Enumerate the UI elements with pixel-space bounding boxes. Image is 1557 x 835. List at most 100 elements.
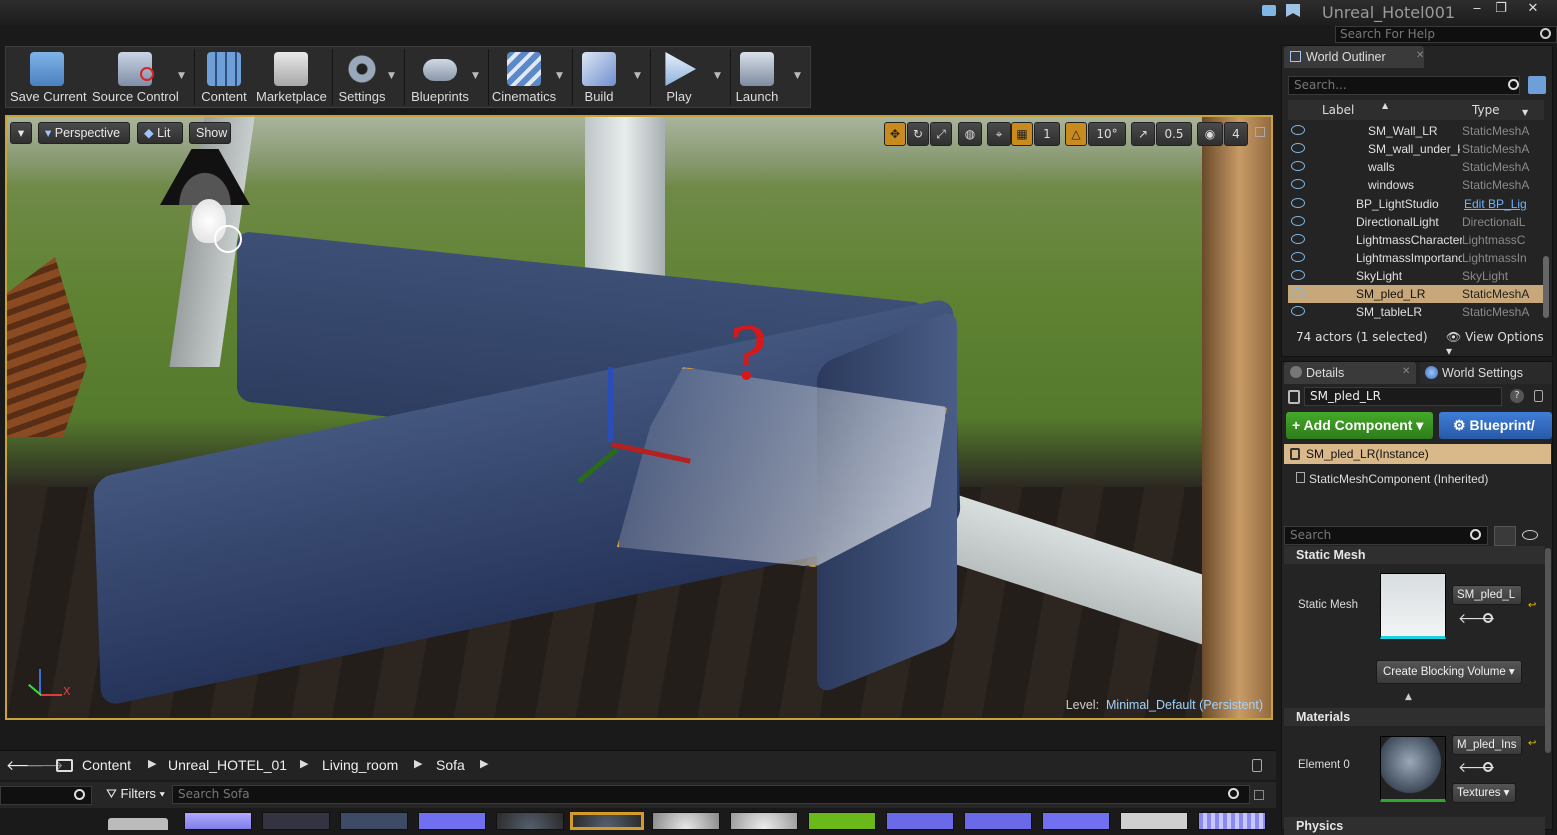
asset-thumbnail[interactable] bbox=[730, 812, 798, 830]
launch-button[interactable]: Launch bbox=[734, 47, 780, 107]
material-combo[interactable]: M_pled_Ins bbox=[1452, 735, 1522, 755]
column-type[interactable]: Type bbox=[1472, 103, 1500, 117]
surface-snap-icon[interactable]: ⌖ bbox=[987, 122, 1011, 146]
tab-world-settings[interactable]: World Settings bbox=[1420, 362, 1552, 384]
lock-icon[interactable] bbox=[1534, 390, 1543, 402]
property-matrix-icon[interactable] bbox=[1494, 526, 1516, 546]
lock-icon[interactable] bbox=[1252, 759, 1262, 772]
cinematics-dropdown[interactable]: ▼ bbox=[556, 71, 566, 81]
camera-speed-icon[interactable]: ◉ bbox=[1197, 122, 1223, 146]
material-thumbnail[interactable] bbox=[1380, 736, 1446, 802]
eye-icon[interactable] bbox=[1291, 125, 1305, 135]
camera-speed-value[interactable]: 4 bbox=[1224, 122, 1248, 146]
build-dropdown[interactable]: ▼ bbox=[634, 71, 644, 81]
grid-snap-value[interactable]: 1 bbox=[1034, 122, 1060, 146]
settings-dropdown[interactable]: ▼ bbox=[388, 71, 398, 81]
eye-icon[interactable] bbox=[1291, 198, 1305, 208]
asset-thumbnail[interactable] bbox=[1120, 812, 1188, 830]
rotation-snap-icon[interactable]: △ bbox=[1065, 122, 1087, 146]
section-physics[interactable]: Physics bbox=[1284, 817, 1545, 835]
scale-snap-icon[interactable]: ↗ bbox=[1131, 122, 1155, 146]
breadcrumb-content[interactable]: Content bbox=[82, 757, 131, 773]
eye-icon[interactable] bbox=[1291, 161, 1305, 171]
column-label[interactable]: Label bbox=[1322, 103, 1354, 117]
actor-name-input[interactable]: SM_pled_LR bbox=[1304, 387, 1502, 406]
section-materials[interactable]: Materials bbox=[1284, 708, 1545, 726]
lit-button[interactable]: ◆ Lit bbox=[137, 122, 183, 144]
breadcrumb-living-room[interactable]: Living_room bbox=[322, 757, 398, 773]
textures-combo[interactable]: Textures ▾ bbox=[1452, 783, 1516, 803]
settings-button[interactable]: Settings bbox=[336, 47, 388, 107]
world-local-icon[interactable]: ◍ bbox=[958, 122, 982, 146]
details-scrollbar[interactable] bbox=[1545, 548, 1551, 753]
browse-search-icon[interactable] bbox=[1483, 762, 1493, 772]
create-blocking-volume-button[interactable]: Create Blocking Volume ▾ bbox=[1376, 660, 1522, 684]
edit-blueprint-link[interactable]: Edit BP_Lig bbox=[1464, 195, 1527, 213]
outliner-row[interactable]: BP_LightStudio Edit BP_Lig bbox=[1288, 195, 1544, 213]
search-icon[interactable] bbox=[1470, 529, 1481, 540]
static-mesh-thumbnail[interactable] bbox=[1380, 573, 1446, 639]
maximize-viewport-icon[interactable] bbox=[1255, 127, 1265, 137]
play-dropdown[interactable]: ▼ bbox=[714, 71, 724, 81]
column-dropdown-icon[interactable]: ▼ bbox=[1522, 108, 1528, 117]
search-icon[interactable] bbox=[1228, 788, 1239, 799]
eye-icon[interactable] bbox=[1291, 179, 1305, 189]
build-button[interactable]: Build bbox=[578, 47, 620, 107]
eye-icon[interactable] bbox=[1291, 270, 1305, 280]
close-button[interactable]: ✕ bbox=[1522, 2, 1544, 18]
help-search-input[interactable]: Search For Help bbox=[1335, 26, 1557, 43]
asset-thumbnail[interactable] bbox=[886, 812, 954, 830]
eye-icon[interactable] bbox=[1291, 143, 1305, 153]
search-icon[interactable] bbox=[1508, 79, 1519, 90]
breadcrumb-unreal-hotel[interactable]: Unreal_HOTEL_01 bbox=[168, 757, 287, 773]
tab-world-outliner[interactable]: World Outliner bbox=[1284, 46, 1424, 68]
section-static-mesh[interactable]: Static Mesh bbox=[1284, 546, 1545, 564]
asset-thumbnail[interactable] bbox=[184, 812, 252, 830]
asset-thumbnail[interactable] bbox=[1042, 812, 1110, 830]
save-search-icon[interactable] bbox=[1254, 790, 1264, 800]
collapse-advanced-icon[interactable]: ▲ bbox=[1405, 692, 1412, 702]
asset-search-input[interactable]: Search Sofa bbox=[172, 785, 1250, 804]
bookmark-icon[interactable] bbox=[1286, 4, 1300, 17]
content-button[interactable]: Content bbox=[200, 47, 248, 107]
outliner-row[interactable]: SM_Wall_LR StaticMeshA bbox=[1288, 122, 1544, 140]
reset-arrow-icon[interactable]: ↩ bbox=[1528, 600, 1536, 611]
perspective-button[interactable]: ▾ Perspective bbox=[38, 122, 130, 144]
source-control-dropdown[interactable]: ▼ bbox=[178, 71, 188, 81]
eye-icon[interactable] bbox=[1291, 216, 1305, 226]
filters-button[interactable]: ⛛ Filters ▾ bbox=[106, 786, 165, 802]
eye-icon[interactable] bbox=[1291, 234, 1305, 244]
rotate-mode-icon[interactable]: ↻ bbox=[907, 122, 929, 146]
source-control-button[interactable]: Source Control bbox=[92, 47, 179, 107]
outliner-row[interactable]: SM_wall_under_kitcStaticMeshA bbox=[1288, 140, 1544, 158]
asset-thumbnail[interactable] bbox=[652, 812, 720, 830]
reset-arrow-icon[interactable]: ↩ bbox=[1528, 738, 1536, 749]
component-row[interactable]: StaticMeshComponent (Inherited) bbox=[1296, 472, 1488, 486]
component-instance-row[interactable]: SM_pled_LR(Instance) bbox=[1284, 444, 1551, 464]
scale-snap-value[interactable]: 0.5 bbox=[1156, 122, 1192, 146]
add-component-button[interactable]: + Add Component ▾ bbox=[1286, 412, 1433, 439]
asset-thumbnail[interactable] bbox=[1198, 812, 1266, 830]
outliner-row-selected[interactable]: SM_pled_LR StaticMeshA bbox=[1288, 285, 1544, 303]
outliner-search-input[interactable]: Search... bbox=[1288, 76, 1520, 95]
level-viewport[interactable]: ? ▾ ▾ Perspective ◆ Lit Show ✥ ↻ ⤢ ◍ ⌖ ▦… bbox=[5, 115, 1273, 720]
outliner-row[interactable]: DirectionalLight DirectionalL bbox=[1288, 213, 1544, 231]
maximize-button[interactable]: ❐ bbox=[1490, 2, 1512, 18]
show-button[interactable]: Show bbox=[189, 122, 231, 144]
add-actor-icon[interactable] bbox=[1528, 76, 1546, 94]
cinematics-button[interactable]: Cinematics bbox=[490, 47, 558, 107]
play-button[interactable]: Play bbox=[656, 47, 702, 107]
view-options-button[interactable]: 👁 View Options ▾ bbox=[1446, 330, 1552, 358]
chat-icon[interactable] bbox=[1262, 5, 1276, 16]
minimize-button[interactable]: ‒ bbox=[1466, 2, 1488, 18]
asset-thumbnail[interactable] bbox=[964, 812, 1032, 830]
asset-thumbnail[interactable] bbox=[808, 812, 876, 830]
blueprints-dropdown[interactable]: ▼ bbox=[472, 71, 482, 81]
outliner-scrollbar[interactable] bbox=[1543, 256, 1549, 318]
viewport-options-button[interactable]: ▾ bbox=[10, 122, 32, 144]
launch-dropdown[interactable]: ▼ bbox=[794, 71, 804, 81]
asset-thumbnail[interactable] bbox=[262, 812, 330, 830]
details-search-input[interactable]: Search bbox=[1284, 526, 1488, 545]
static-mesh-combo[interactable]: SM_pled_L bbox=[1452, 585, 1522, 605]
outliner-row[interactable]: LightmassCharacterI LightmassC bbox=[1288, 231, 1544, 249]
